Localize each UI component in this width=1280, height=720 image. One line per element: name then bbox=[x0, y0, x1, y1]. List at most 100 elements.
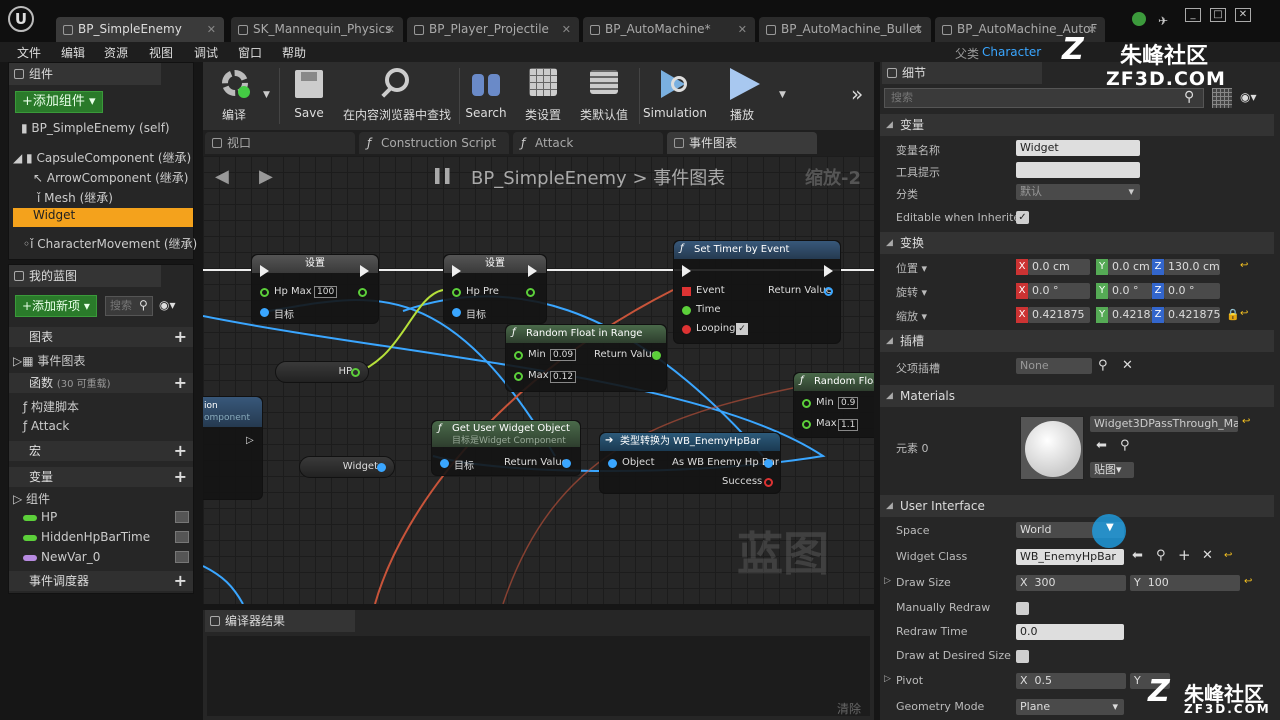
pivot-x-input[interactable]: X 0.5 bbox=[1016, 673, 1126, 689]
variable-item-hidden-hpbar-time[interactable]: HiddenHpBarTime bbox=[41, 530, 150, 544]
maximize-button[interactable]: □ bbox=[1210, 8, 1226, 22]
event-graph-item[interactable]: ▷▦ 事件图表 bbox=[13, 352, 85, 369]
eye-icon[interactable]: ◉▾ bbox=[159, 298, 176, 312]
location-y-input[interactable]: 0.0 cm bbox=[1108, 259, 1152, 275]
details-search-input[interactable]: 搜索 bbox=[884, 88, 1204, 108]
class-defaults-button[interactable]: 类默认值 bbox=[575, 66, 633, 126]
variable-item-newvar[interactable]: NewVar_0 bbox=[41, 550, 100, 564]
redraw-time-input[interactable]: 0.0 bbox=[1016, 624, 1124, 640]
self-component-item[interactable]: ▮ BP_SimpleEnemy (self) bbox=[21, 121, 170, 135]
set-hp-pre-node[interactable]: 设置 Hp Pre 目标 bbox=[443, 254, 547, 324]
menu-window[interactable]: 窗口 bbox=[238, 44, 262, 61]
section-variable[interactable]: ◢ 变量 bbox=[880, 114, 1274, 136]
visibility-icon[interactable] bbox=[175, 531, 189, 543]
looping-checkbox[interactable]: ✓ bbox=[736, 323, 748, 335]
expand-icon[interactable]: ▷ bbox=[884, 576, 891, 586]
exec-in-pin[interactable] bbox=[260, 265, 269, 277]
draw-desired-size-checkbox[interactable] bbox=[1016, 650, 1029, 663]
tab-bp-player-projectile[interactable]: BP_Player_Projectile ✕ bbox=[407, 17, 579, 42]
macros-section[interactable]: 宏 + bbox=[9, 441, 193, 461]
scale-z-input[interactable]: 0.421875 bbox=[1164, 307, 1220, 323]
get-user-widget-object-node[interactable]: Get User Widget Object 目标是Widget Componen… bbox=[431, 420, 581, 476]
tooltip-input[interactable] bbox=[1016, 162, 1140, 178]
breadcrumb-blueprint[interactable]: BP_SimpleEnemy bbox=[471, 168, 627, 189]
tab-bp-automachine-bullet[interactable]: BP_AutoMachine_Bullet ✕ bbox=[759, 17, 931, 42]
material-dropdown[interactable]: Widget3DPassThrough_Masked bbox=[1090, 416, 1238, 432]
my-blueprint-tab[interactable]: 我的蓝图 bbox=[9, 265, 161, 287]
functions-section[interactable]: 函数 (30 可重载) + bbox=[9, 373, 193, 393]
browse-icon[interactable]: ⚲ bbox=[1120, 438, 1130, 453]
widget-component-item[interactable]: Widget bbox=[13, 208, 193, 227]
rotation-z-input[interactable]: 0.0 ° bbox=[1164, 283, 1220, 299]
return-value-pin[interactable] bbox=[652, 351, 661, 360]
manually-redraw-checkbox[interactable] bbox=[1016, 602, 1029, 615]
material-thumbnail[interactable] bbox=[1020, 416, 1084, 480]
variable-name-input[interactable]: Widget bbox=[1016, 140, 1140, 156]
event-dispatchers-section[interactable]: 事件调度器 + bbox=[9, 571, 193, 591]
simulation-button[interactable]: Simulation bbox=[643, 66, 707, 126]
min-value-input[interactable]: 0.09 bbox=[550, 349, 577, 361]
details-tab[interactable]: 细节 bbox=[882, 62, 1042, 84]
return-value-pin[interactable] bbox=[824, 287, 833, 296]
use-selected-arrow-icon[interactable]: ⬅ bbox=[1096, 438, 1107, 453]
looping-pin[interactable] bbox=[682, 325, 691, 334]
components-group-item[interactable]: ▷ 组件 bbox=[13, 490, 50, 507]
exec-out-pin[interactable] bbox=[360, 265, 369, 277]
event-graph-canvas[interactable]: ◀ ▶ BP_SimpleEnemy > 事件图表 缩放-2 ion ompone… bbox=[203, 156, 874, 604]
character-movement-item[interactable]: ◦ǐ CharacterMovement (继承) bbox=[23, 235, 197, 252]
visibility-icon[interactable] bbox=[175, 511, 189, 523]
menu-asset[interactable]: 资源 bbox=[104, 44, 128, 61]
breadcrumb-graph[interactable]: 事件图表 bbox=[653, 168, 725, 189]
location-z-input[interactable]: 130.0 cm bbox=[1164, 259, 1220, 275]
play-options-chevron-icon[interactable]: ▼ bbox=[779, 90, 786, 100]
tab-event-graph[interactable]: 事件图表 bbox=[667, 132, 817, 154]
add-dispatcher-icon[interactable]: + bbox=[174, 571, 187, 591]
minimize-button[interactable]: _ bbox=[1185, 8, 1201, 22]
notification-icon[interactable]: ✈ bbox=[1158, 14, 1168, 28]
property-matrix-icon[interactable] bbox=[1212, 88, 1232, 108]
clear-icon[interactable]: ✕ bbox=[1202, 548, 1213, 563]
exec-in-pin[interactable] bbox=[682, 265, 691, 277]
cast-to-wb-enemy-hpbar-node[interactable]: 类型转换为 WB_EnemyHpBar ➔ Object As WB Enemy… bbox=[599, 432, 781, 494]
random-float-node[interactable]: Random Float ƒ Min 0.9 Max 1.1 bbox=[793, 372, 874, 438]
clear-socket-icon[interactable]: ✕ bbox=[1122, 358, 1133, 373]
tab-attack[interactable]: ƒ Attack bbox=[513, 132, 663, 154]
variables-section[interactable]: 变量 + bbox=[9, 467, 193, 487]
set-timer-by-event-node[interactable]: Set Timer by Event ƒ Event Return Value … bbox=[673, 240, 841, 344]
tab-bp-automachine[interactable]: BP_AutoMachine* ✕ bbox=[583, 17, 755, 42]
class-settings-button[interactable]: 类设置 bbox=[519, 66, 567, 126]
max-pin[interactable] bbox=[802, 420, 811, 429]
draw-size-x-input[interactable]: X 300 bbox=[1016, 575, 1126, 591]
reset-arrow-icon[interactable]: ↩ bbox=[1224, 550, 1232, 561]
search-button[interactable]: Search bbox=[463, 66, 509, 126]
texture-dropdown[interactable]: 贴图▾ bbox=[1090, 462, 1134, 478]
success-pin[interactable] bbox=[764, 478, 773, 487]
close-icon[interactable]: ✕ bbox=[738, 17, 747, 42]
hp-max-pin[interactable] bbox=[260, 288, 269, 297]
min-pin[interactable] bbox=[802, 399, 811, 408]
mesh-component-item[interactable]: ǐ Mesh (继承) bbox=[37, 189, 113, 206]
location-x-input[interactable]: 0.0 cm bbox=[1028, 259, 1090, 275]
compile-button[interactable]: 编译 bbox=[211, 66, 257, 126]
graphs-section[interactable]: 图表 + bbox=[9, 327, 193, 347]
set-hp-max-node[interactable]: 设置 Hp Max 100 目标 bbox=[251, 254, 379, 324]
max-pin[interactable] bbox=[514, 372, 523, 381]
function-item-construction[interactable]: ƒ 构建脚本 bbox=[23, 398, 79, 415]
variable-item-hp[interactable]: HP bbox=[41, 510, 57, 524]
event-delegate-pin[interactable] bbox=[682, 287, 691, 296]
max-value-input[interactable]: 1.1 bbox=[838, 419, 859, 431]
add-new-button[interactable]: +添加新项 ▾ bbox=[15, 295, 97, 317]
scale-y-input[interactable]: 0.421875 bbox=[1108, 307, 1152, 323]
lock-icon[interactable]: 🔒 bbox=[1226, 308, 1240, 321]
random-float-in-range-node[interactable]: Random Float in Range ƒ Min 0.09 Return … bbox=[505, 324, 667, 392]
min-value-input[interactable]: 0.9 bbox=[838, 397, 859, 409]
use-selected-arrow-icon[interactable]: ⬅ bbox=[1132, 548, 1143, 563]
tab-viewport[interactable]: 视口 bbox=[205, 132, 355, 154]
scale-x-input[interactable]: 0.421875 bbox=[1028, 307, 1090, 323]
browse-icon[interactable]: ⚲ bbox=[1156, 548, 1166, 563]
reset-arrow-icon[interactable]: ↩ bbox=[1242, 416, 1250, 427]
target-pin[interactable] bbox=[440, 459, 449, 468]
arrow-component-item[interactable]: ↖ ArrowComponent (继承) bbox=[33, 169, 188, 186]
hp-max-out-pin[interactable] bbox=[358, 288, 367, 297]
menu-edit[interactable]: 编辑 bbox=[61, 44, 85, 61]
